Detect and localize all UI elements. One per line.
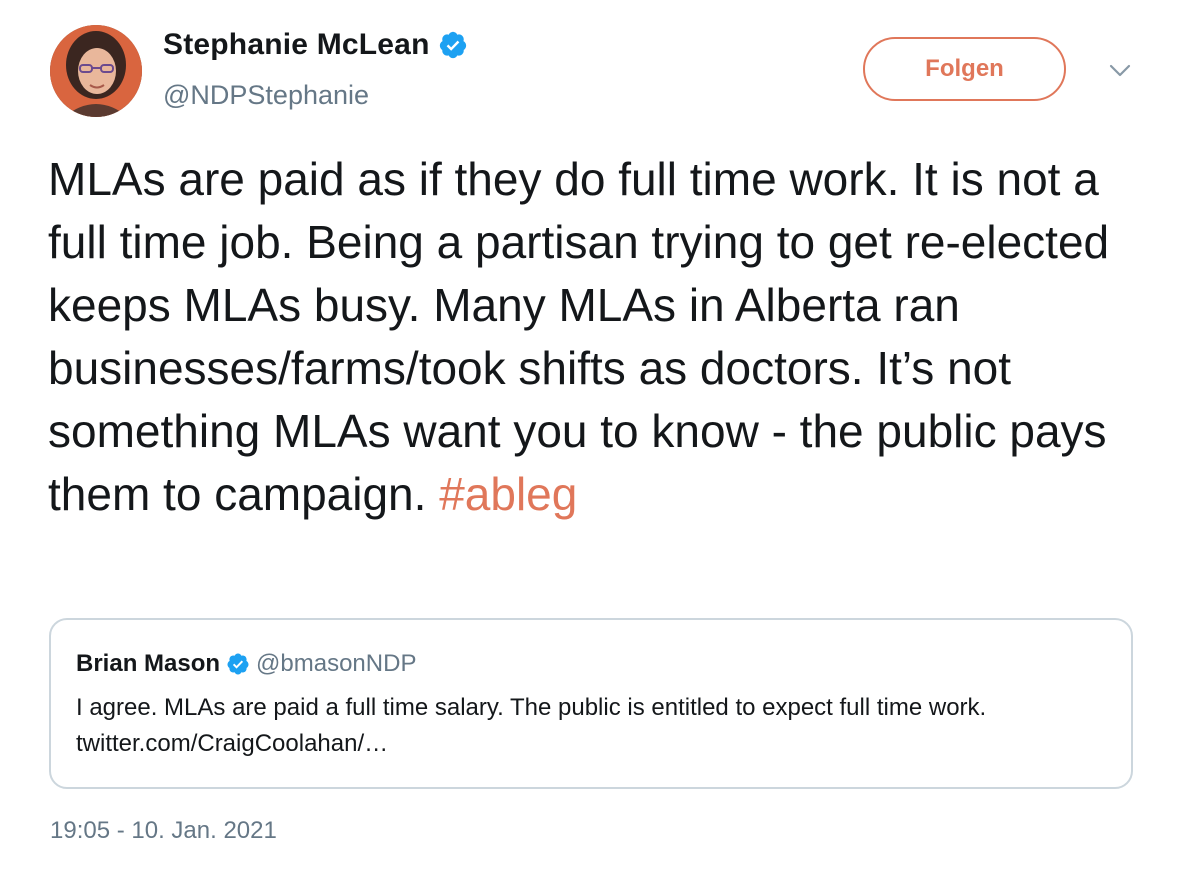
verified-badge-icon <box>438 30 468 60</box>
hashtag-link[interactable]: #ableg <box>439 468 577 520</box>
chevron-down-icon[interactable] <box>1108 63 1132 79</box>
author-display-name[interactable]: Stephanie McLean <box>163 28 430 62</box>
author-name-row: Stephanie McLean <box>163 28 468 62</box>
quoted-tweet-text: I agree. MLAs are paid a full time salar… <box>76 694 987 757</box>
tweet-text: MLAs are paid as if they do full time wo… <box>48 148 1158 526</box>
author-handle[interactable]: @NDPStephanie <box>163 80 369 111</box>
follow-button[interactable]: Folgen <box>863 37 1066 101</box>
avatar-image <box>50 25 142 117</box>
quoted-author-handle: @bmasonNDP <box>256 650 417 677</box>
tweet-timestamp[interactable]: 19:05 - 10. Jan. 2021 <box>50 817 277 845</box>
tweet-text-body: MLAs are paid as if they do full time wo… <box>48 153 1110 520</box>
tweet-card: Stephanie McLean @NDPStephanie Folgen ML… <box>0 0 1200 870</box>
quoted-tweet-header: Brian Mason @bmasonNDP <box>76 650 416 678</box>
quoted-verified-badge-icon <box>226 652 250 676</box>
quoted-tweet[interactable]: Brian Mason @bmasonNDP I agree. MLAs are… <box>49 618 1133 789</box>
quoted-author-name: Brian Mason <box>76 650 221 677</box>
avatar[interactable] <box>50 25 142 117</box>
